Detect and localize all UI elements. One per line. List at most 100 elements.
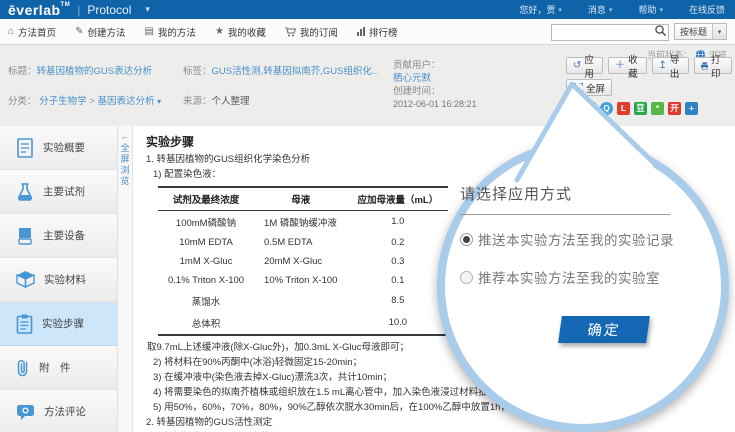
nav-my-methods[interactable]: ▤ 我的方法 <box>144 25 195 39</box>
title-link[interactable]: 转基因植物的GUS表达分析 <box>37 66 153 77</box>
search-icon[interactable] <box>654 24 667 37</box>
nav-ranking[interactable]: 排行榜 <box>357 25 398 39</box>
cell: 1M 磷酸钠缓冲液 <box>254 210 347 233</box>
cell: 10% Triton X-100 <box>254 271 347 290</box>
table-row: 1mM X-Gluc20mM X-Gluc0.3 <box>158 252 448 271</box>
sidebar-item-reagents[interactable]: 主要试剂 <box>0 170 117 214</box>
table-header: 应加母液量（mL） <box>347 187 448 211</box>
nav-label: 方法首页 <box>18 25 56 39</box>
apply-button[interactable]: ↺应用 <box>566 57 603 74</box>
user-menu-label: 您好，贾 <box>519 3 555 16</box>
export-label: 导出 <box>670 52 682 80</box>
sidebar-item-equipment[interactable]: 主要设备 <box>0 214 117 258</box>
sidebar-item-label: 主要设备 <box>43 228 85 243</box>
share-more-icon[interactable]: + <box>685 102 698 115</box>
sidebar-item-steps[interactable]: 实验步骤 <box>0 302 117 346</box>
document-icon <box>16 138 34 158</box>
chevron-down-icon[interactable]: ▾ <box>157 97 161 106</box>
staining-solution-table: 试剂及最终浓度 母液 应加母液量（mL） 100mM磷酸钠1M 磷酸钠缓冲液1.… <box>158 186 448 336</box>
logo-divider: | <box>77 3 80 17</box>
logo-text: ēverlab <box>8 2 61 18</box>
option-push-to-records[interactable]: 推送本实验方法至我的实验记录 <box>460 229 702 249</box>
messages-menu[interactable]: 消息▾ <box>588 3 613 16</box>
cell: 8.5 <box>347 290 448 312</box>
table-header-row: 试剂及最终浓度 母液 应加母液量（mL） <box>158 187 448 211</box>
meta-contributor: 贡献用户： 栖心元默 创建时间： 2012-06-01 16:28:21 <box>393 59 477 111</box>
sidebar-item-label: 主要试剂 <box>43 184 85 199</box>
favorite-button[interactable]: ＋收藏 <box>608 57 646 74</box>
sidebar-item-comments[interactable]: 方法评论 <box>0 390 117 432</box>
printer-icon <box>701 61 708 71</box>
confirm-button[interactable]: 确定 <box>558 316 650 343</box>
radio-unselected-icon[interactable] <box>460 271 473 284</box>
logo-area: ēverlabTM | Protocol ▾ <box>8 2 150 18</box>
sidebar-item-materials[interactable]: 实验材料 <box>0 258 117 302</box>
cell: 0.1% Triton X-100 <box>158 271 254 290</box>
cell: 10.0 <box>347 312 448 335</box>
document-icon: ▤ <box>144 26 153 37</box>
cell: 1mM X-Gluc <box>158 252 254 271</box>
box-icon <box>16 270 35 289</box>
nav-create-method[interactable]: ✎创建方法 <box>75 25 125 39</box>
chevron-down-icon: ▾ <box>609 6 613 14</box>
sidebar-item-overview[interactable]: 实验概要 <box>0 126 117 170</box>
option-label: 推荐本实验方法至我的实验室 <box>478 267 660 287</box>
search-area: 按标题 ▾ <box>551 22 727 41</box>
feedback-link[interactable]: 在线反馈 <box>689 3 725 16</box>
nav-method-home[interactable]: ⌂方法首页 <box>8 25 56 39</box>
contributor-label: 贡献用户： <box>393 59 477 72</box>
radio-selected-icon[interactable] <box>460 233 473 246</box>
popup-body: 请选择应用方式 推送本实验方法至我的实验记录 推荐本实验方法至我的实验室 确定 <box>460 183 702 305</box>
page: ēverlabTM | Protocol ▾ 您好，贾▾ 消息▾ 帮助▾ 在线反… <box>0 0 735 432</box>
logo-tm: TM <box>61 2 71 8</box>
popup-bubble-tail <box>505 78 675 193</box>
help-label: 帮助 <box>638 3 656 16</box>
nav-my-subscriptions[interactable]: 我的订阅 <box>285 25 338 39</box>
flask-icon <box>16 182 34 202</box>
chevron-down-icon[interactable]: ▾ <box>145 4 150 15</box>
cell: 100mM磷酸钠 <box>158 210 254 233</box>
sidebar-item-attachments[interactable]: 附 件 <box>0 346 117 390</box>
created-value: 2012-06-01 16:28:21 <box>393 99 477 109</box>
favorite-label: 收藏 <box>628 52 639 80</box>
cell: 20mM X-Gluc <box>254 252 347 271</box>
star-icon: ★ <box>215 26 224 37</box>
search-filter-select[interactable]: 按标题 ▾ <box>674 23 727 40</box>
logo[interactable]: ēverlabTM <box>8 2 70 18</box>
chevron-down-icon: ▾ <box>659 6 663 14</box>
category-link[interactable]: 基因表达分析 <box>98 96 155 107</box>
chevron-down-icon: ▾ <box>712 24 726 39</box>
fullscreen-browse-strip[interactable]: ← 全屏浏览 <box>118 126 133 432</box>
table-row: 总体积 10.0 <box>158 312 448 335</box>
table-row: 10mM EDTA0.5M EDTA0.2 <box>158 233 448 252</box>
nav-label: 我的订阅 <box>300 25 338 39</box>
category-link[interactable]: 分子生物学 <box>39 96 87 107</box>
title-label: 标题： <box>8 66 37 77</box>
contributor-link[interactable]: 栖心元默 <box>393 73 431 84</box>
fullscreen-browse-label: 全屏浏览 <box>119 143 132 187</box>
cell: 总体积 <box>158 312 254 335</box>
clipboard-icon <box>16 314 33 334</box>
search-input[interactable] <box>551 24 669 41</box>
print-button[interactable]: 打印 <box>694 57 732 74</box>
tags-links[interactable]: GUS活性测,转基因拟南芥,GUS组织化.. <box>212 66 378 77</box>
search-filter-value: 按标题 <box>675 25 712 38</box>
meta-category: 分类： 分子生物学 > 基因表达分析 ▾ <box>8 93 161 107</box>
option-label: 推送本实验方法至我的实验记录 <box>478 229 674 249</box>
nav-label: 我的方法 <box>158 25 196 39</box>
bar-chart-icon <box>357 27 365 36</box>
sidebar: 实验概要 主要试剂 主要设备 实验材料 实验步骤 附 件 <box>0 126 118 432</box>
topbar: ēverlabTM | Protocol ▾ 您好，贾▾ 消息▾ 帮助▾ 在线反… <box>0 0 735 19</box>
export-button[interactable]: ↥导出 <box>652 57 689 74</box>
nav-my-favorites[interactable]: ★我的收藏 <box>215 25 266 39</box>
print-label: 打印 <box>711 52 725 80</box>
category-separator: > <box>89 96 95 107</box>
sidebar-item-label: 实验概要 <box>43 140 85 155</box>
popup-title: 请选择应用方式 <box>460 183 702 204</box>
user-menu[interactable]: 您好，贾▾ <box>519 3 562 16</box>
paperclip-icon <box>16 358 30 378</box>
navbar: ⌂方法首页 ✎创建方法 ▤ 我的方法 ★我的收藏 我的订阅 排行榜 按标题 ▾ <box>0 19 735 45</box>
table-row: 0.1% Triton X-10010% Triton X-1000.1 <box>158 271 448 290</box>
option-recommend-to-lab[interactable]: 推荐本实验方法至我的实验室 <box>460 267 702 287</box>
help-menu[interactable]: 帮助▾ <box>638 3 663 16</box>
